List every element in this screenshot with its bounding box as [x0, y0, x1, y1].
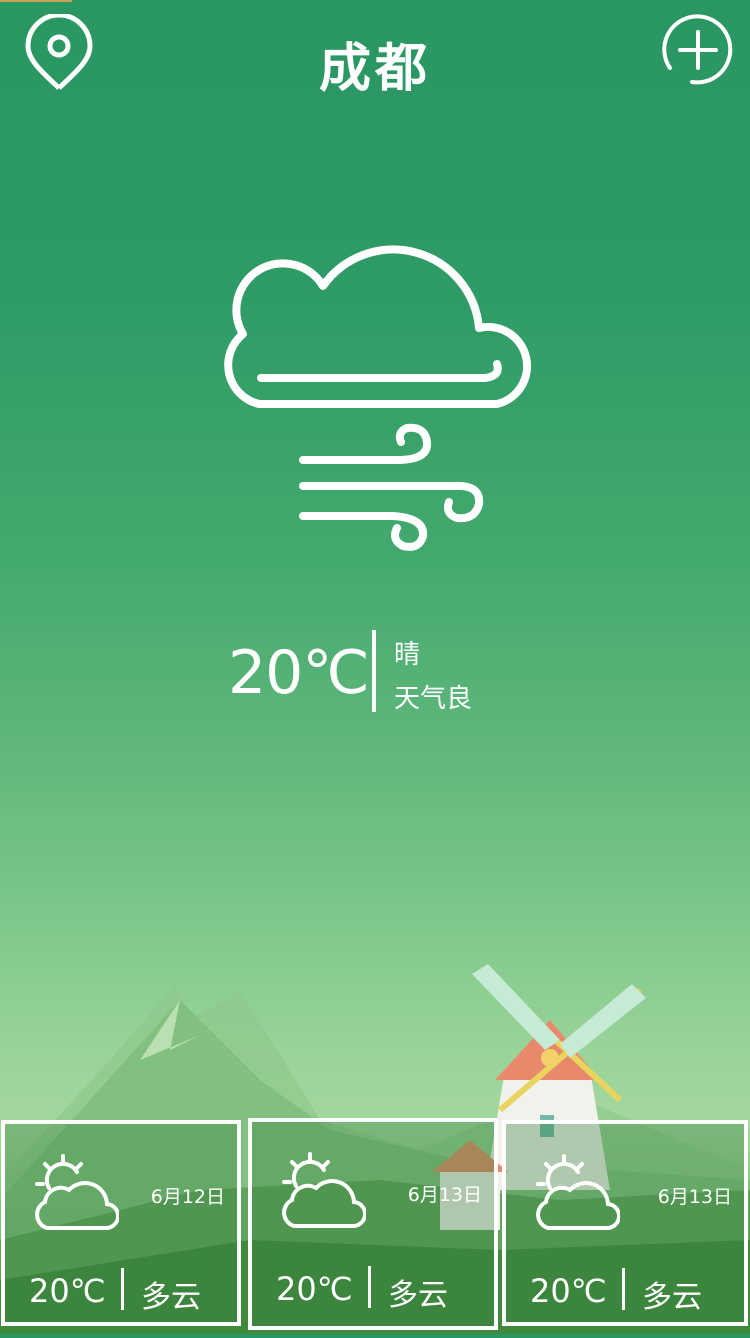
forecast-icon [27, 1150, 120, 1236]
forecast-card[interactable]: 6月13日 20℃ 多云 [248, 1118, 498, 1330]
forecast-icon [528, 1150, 621, 1236]
current-condition: 晴 [394, 640, 421, 670]
forecast-icon [274, 1148, 367, 1234]
forecast-divider [121, 1268, 124, 1310]
current-temperature: 20℃ [228, 638, 370, 708]
top-accent-line [0, 0, 72, 2]
current-divider [372, 630, 376, 712]
partly-cloudy-icon [282, 1152, 367, 1229]
cloud-wind-icon [224, 245, 532, 551]
forecast-condition: 多云 [388, 1278, 448, 1313]
add-city-icon [662, 14, 733, 85]
forecast-temperature: 20℃ [530, 1272, 607, 1310]
add-city-button[interactable] [660, 12, 736, 88]
forecast-temperature: 20℃ [29, 1272, 106, 1310]
current-air-quality: 天气良 [394, 684, 473, 714]
current-conditions: 20℃ 晴 天气良 [228, 630, 528, 714]
forecast-card[interactable]: 6月13日 20℃ 多云 [502, 1120, 748, 1326]
forecast-divider [622, 1268, 625, 1310]
forecast-card[interactable]: 6月12日 20℃ 多云 [1, 1120, 241, 1326]
city-title: 成都 [318, 39, 431, 99]
partly-cloudy-icon [35, 1154, 120, 1231]
forecast-divider [368, 1266, 371, 1308]
forecast-date: 6月13日 [407, 1184, 482, 1206]
forecast-temperature: 20℃ [276, 1270, 353, 1308]
forecast-date: 6月13日 [657, 1186, 732, 1208]
forecast-condition: 多云 [642, 1280, 702, 1315]
forecast-condition: 多云 [141, 1280, 201, 1315]
forecast-date: 6月12日 [150, 1186, 225, 1208]
partly-cloudy-icon [536, 1154, 621, 1231]
current-weather-icon [205, 228, 545, 558]
forecast-strip: 6月12日 20℃ 多云 6月13日 20℃ 多云 6月13日 20℃ 多云 [0, 1117, 750, 1334]
